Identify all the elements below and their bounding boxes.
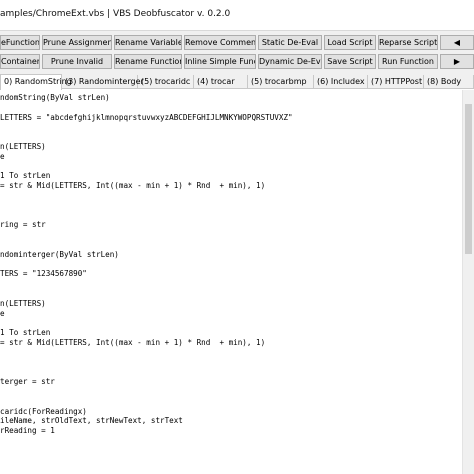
reparse-script-button[interactable]: Reparse Script bbox=[378, 35, 438, 50]
vertical-scrollbar[interactable] bbox=[462, 90, 474, 474]
window-title: amples/ChromeExt.vbs | VBS Deobfuscator … bbox=[0, 9, 231, 19]
save-script-button[interactable]: Save Script bbox=[324, 54, 376, 69]
tab-trocar[interactable]: (4) trocar bbox=[194, 75, 248, 89]
code-line: ndominterger(ByVal strLen) bbox=[0, 249, 119, 259]
code-line: terger = str bbox=[0, 377, 55, 387]
code-line: e bbox=[0, 151, 5, 161]
code-line: = str & Mid(LETTERS, Int((max - min + 1)… bbox=[0, 338, 266, 347]
rename-variables-button[interactable]: Rename Variables bbox=[114, 35, 182, 50]
code-editor[interactable]: ndomString(ByVal strLen) LETTERS = "abcde… bbox=[0, 90, 462, 474]
deobfuscator-window: amples/ChromeExt.vbs | VBS Deobfuscator … bbox=[0, 0, 474, 474]
run-function-button[interactable]: Run Function bbox=[378, 54, 438, 69]
code-line: n(LETTERS) bbox=[0, 142, 46, 151]
load-script-button[interactable]: Load Script bbox=[324, 35, 376, 50]
containers-button[interactable]: Containers bbox=[0, 54, 40, 69]
tab-randomstring[interactable]: 0) RandomString bbox=[0, 74, 72, 90]
scroll-tabs-right-button[interactable]: ▶ bbox=[440, 54, 474, 69]
static-de-eval-button[interactable]: Static De-Eval bbox=[258, 35, 322, 50]
dynamic-de-eval-button[interactable]: Dynamic De-Eval bbox=[258, 54, 322, 69]
tab-trocaridc[interactable]: (5) trocaridc bbox=[138, 75, 194, 89]
scroll-tabs-left-button[interactable]: ◀ bbox=[440, 35, 474, 50]
code-line: ring = str bbox=[0, 220, 46, 230]
function-tabs: 0) RandomString (3) Randominterger (5) t… bbox=[0, 73, 474, 90]
code-line: n(LETTERS) bbox=[0, 298, 46, 308]
code-line: ndomString(ByVal strLen) bbox=[0, 93, 110, 102]
tab-includex[interactable]: (6) Includex bbox=[314, 75, 368, 89]
toolbar: eFunctions Prune Assignments Rename Vari… bbox=[0, 31, 474, 73]
remove-comments-button[interactable]: Remove Comments bbox=[184, 35, 256, 50]
code-line: TERS = "1234567890" bbox=[0, 269, 87, 279]
scrollbar-thumb[interactable] bbox=[465, 104, 472, 254]
tab-trocarbmp[interactable]: (5) trocarbmp bbox=[248, 75, 314, 89]
code-line: rReading = 1 bbox=[0, 426, 55, 436]
code-line: e bbox=[0, 308, 5, 318]
title-bar: amples/ChromeExt.vbs | VBS Deobfuscator … bbox=[0, 0, 474, 31]
tab-randominterger[interactable]: (3) Randominterger bbox=[62, 75, 144, 89]
inline-simple-funcs-button[interactable]: Inline Simple Funcs bbox=[184, 54, 256, 69]
code-line: LETTERS = "abcdefghijklmnopqrstuvwxyzABC… bbox=[0, 112, 293, 122]
tab-body[interactable]: (8) Body bbox=[424, 75, 474, 89]
code-line: = str & Mid(LETTERS, Int((max - min + 1)… bbox=[0, 181, 266, 191]
tab-httppost[interactable]: (7) HTTPPost bbox=[368, 75, 424, 89]
prune-assignments-button[interactable]: Prune Assignments bbox=[42, 35, 112, 50]
prune-invalid-button[interactable]: Prune Invalid bbox=[42, 54, 112, 69]
rename-functions-button[interactable]: Rename Functions bbox=[114, 54, 182, 69]
declare-functions-button[interactable]: eFunctions bbox=[0, 35, 40, 50]
